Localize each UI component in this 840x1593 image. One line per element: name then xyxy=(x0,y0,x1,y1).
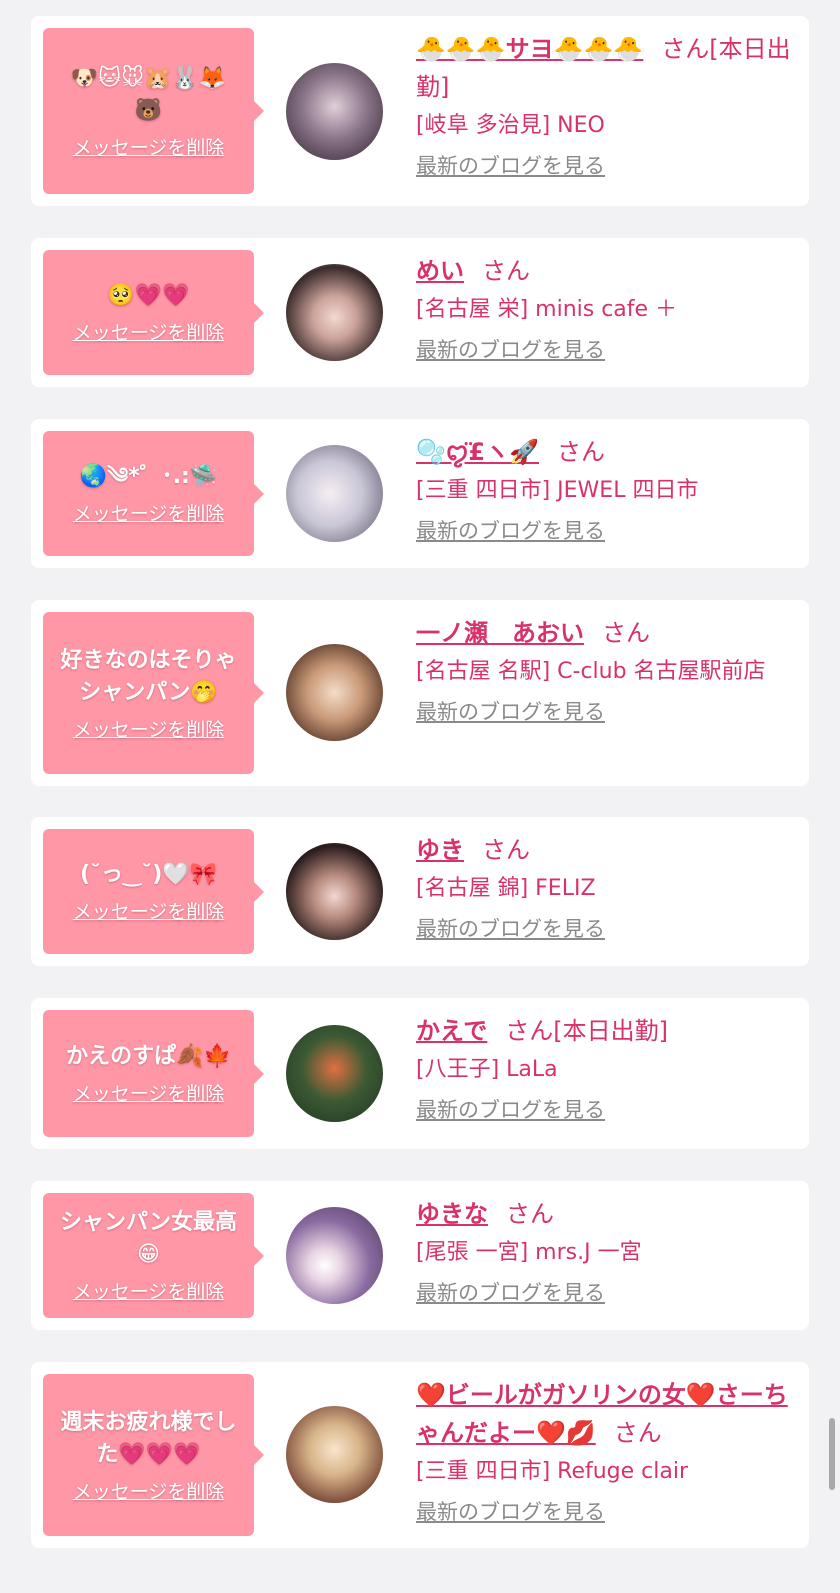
message-bubble: 好きなのはそりゃシャンパン🤭 メッセージを削除 xyxy=(43,612,254,774)
message-bubble: (˘っ‿˘)🤍🎀 メッセージを削除 xyxy=(43,829,254,954)
shop-name: [三重 四日市] JEWEL 四日市 xyxy=(416,478,699,503)
latest-blog-link[interactable]: 最新のブログを見る xyxy=(416,334,605,366)
message-text: (˘っ‿˘)🤍🎀 xyxy=(79,862,218,887)
delete-message-link[interactable]: メッセージを削除 xyxy=(73,715,225,742)
san-suffix: さん xyxy=(482,257,530,285)
latest-blog-link[interactable]: 最新のブログを見る xyxy=(416,515,605,547)
shop-name: [三重 四日市] Refuge clair xyxy=(416,1459,689,1484)
delete-message-link[interactable]: メッセージを削除 xyxy=(73,318,225,345)
message-card: 🌏༄*゜･.:🛸 メッセージを削除 🫧ꨄ̈£ヽ🚀 さん [三重 四日市] JEWE… xyxy=(31,419,809,568)
latest-blog-link[interactable]: 最新のブログを見る xyxy=(416,1496,605,1528)
san-suffix: さん xyxy=(505,1017,554,1045)
shop-name: [尾張 一宮] mrs.J 一宮 xyxy=(416,1240,642,1265)
san-suffix: さん xyxy=(602,619,650,647)
message-bubble: シャンパン女最高😁 メッセージを削除 xyxy=(43,1193,254,1318)
delete-message-link[interactable]: メッセージを削除 xyxy=(73,1277,225,1304)
avatar[interactable] xyxy=(286,445,383,542)
message-card: 🐶🐱🐭🐹🐰🦊🐻 メッセージを削除 🐣🐣🐣サヨ🐣🐣🐣 さん[本日出勤] [岐阜 多治… xyxy=(31,16,809,206)
shop-name: [八王子] LaLa xyxy=(416,1057,558,1082)
delete-message-link[interactable]: メッセージを削除 xyxy=(73,1079,225,1106)
message-card: シャンパン女最高😁 メッセージを削除 ゆきな さん [尾張 一宮] mrs.J 一… xyxy=(31,1181,809,1330)
message-text: 好きなのはそりゃシャンパン🤭 xyxy=(60,647,237,705)
message-card: 🥺💗💗 メッセージを削除 めい さん [名古屋 栄] minis cafe ＋ 最… xyxy=(31,238,809,387)
message-text: シャンパン女最高😁 xyxy=(59,1210,238,1267)
message-card: 週末お疲れ様でした💗💗💗 メッセージを削除 ❤️ビールがガソリンの女❤️さーちゃ… xyxy=(31,1362,809,1548)
shop-name: [岐阜 多治見] NEO xyxy=(416,113,605,138)
cast-name-link[interactable]: 🫧ꨄ̈£ヽ🚀 xyxy=(416,438,539,466)
san-suffix: さん xyxy=(556,438,605,466)
latest-blog-link[interactable]: 最新のブログを見る xyxy=(416,150,605,182)
message-text: 🌏༄*゜･.:🛸 xyxy=(79,464,218,489)
message-text: 週末お疲れ様でした💗💗💗 xyxy=(60,1409,237,1467)
avatar[interactable] xyxy=(286,1406,383,1503)
message-bubble: 🌏༄*゜･.:🛸 メッセージを削除 xyxy=(43,431,254,556)
shop-name: [名古屋 錦] FELIZ xyxy=(416,876,596,901)
san-suffix: さん xyxy=(506,1200,554,1228)
cast-name-link[interactable]: ❤️ビールがガソリンの女❤️さーちゃんだよー❤️💋 xyxy=(416,1381,788,1447)
delete-message-link[interactable]: メッセージを削除 xyxy=(73,133,225,160)
cast-name-link[interactable]: かえで xyxy=(416,1017,487,1045)
delete-message-link[interactable]: メッセージを削除 xyxy=(73,1477,225,1504)
delete-message-link[interactable]: メッセージを削除 xyxy=(73,499,225,526)
avatar[interactable] xyxy=(286,63,383,160)
shop-name: [名古屋 栄] minis cafe ＋ xyxy=(416,297,678,322)
latest-blog-link[interactable]: 最新のブログを見る xyxy=(416,696,605,728)
cast-name-link[interactable]: 🐣🐣🐣サヨ🐣🐣🐣 xyxy=(416,35,643,63)
message-text: かえのすぱ🍂🍁 xyxy=(66,1044,231,1069)
message-text: 🥺💗💗 xyxy=(107,283,190,308)
latest-blog-link[interactable]: 最新のブログを見る xyxy=(416,913,605,945)
avatar[interactable] xyxy=(286,1025,383,1122)
cast-name-link[interactable]: めい xyxy=(416,257,464,285)
san-suffix: さん xyxy=(613,1419,662,1447)
shop-name: [名古屋 名駅] C-club 名古屋駅前店 xyxy=(416,659,766,684)
scrollbar[interactable] xyxy=(829,1418,835,1490)
message-text: 🐶🐱🐭🐹🐰🦊🐻 xyxy=(70,65,227,123)
san-suffix: さん xyxy=(661,35,710,63)
latest-blog-link[interactable]: 最新のブログを見る xyxy=(416,1094,605,1126)
message-bubble: 週末お疲れ様でした💗💗💗 メッセージを削除 xyxy=(43,1374,254,1536)
cast-name-link[interactable]: 一ノ瀬 あおい xyxy=(416,619,584,647)
message-card: (˘っ‿˘)🤍🎀 メッセージを削除 ゆき さん [名古屋 錦] FELIZ 最新の… xyxy=(31,817,809,966)
message-card: 好きなのはそりゃシャンパン🤭 メッセージを削除 一ノ瀬 あおい さん [名古屋 名… xyxy=(31,600,809,786)
delete-message-link[interactable]: メッセージを削除 xyxy=(73,897,225,924)
message-card: かえのすぱ🍂🍁 メッセージを削除 かえで さん[本日出勤] [八王子] LaLa … xyxy=(31,998,809,1149)
san-suffix: さん xyxy=(482,836,530,864)
avatar[interactable] xyxy=(286,843,383,940)
cast-name-link[interactable]: ゆき xyxy=(416,836,464,864)
avatar[interactable] xyxy=(286,1207,383,1304)
status-suffix: [本日出勤] xyxy=(553,1017,669,1045)
message-bubble: 🐶🐱🐭🐹🐰🦊🐻 メッセージを削除 xyxy=(43,28,254,194)
latest-blog-link[interactable]: 最新のブログを見る xyxy=(416,1277,605,1309)
cast-name-link[interactable]: ゆきな xyxy=(416,1200,488,1228)
avatar[interactable] xyxy=(286,264,383,361)
message-bubble: かえのすぱ🍂🍁 メッセージを削除 xyxy=(43,1010,254,1137)
avatar[interactable] xyxy=(286,644,383,741)
message-bubble: 🥺💗💗 メッセージを削除 xyxy=(43,250,254,375)
